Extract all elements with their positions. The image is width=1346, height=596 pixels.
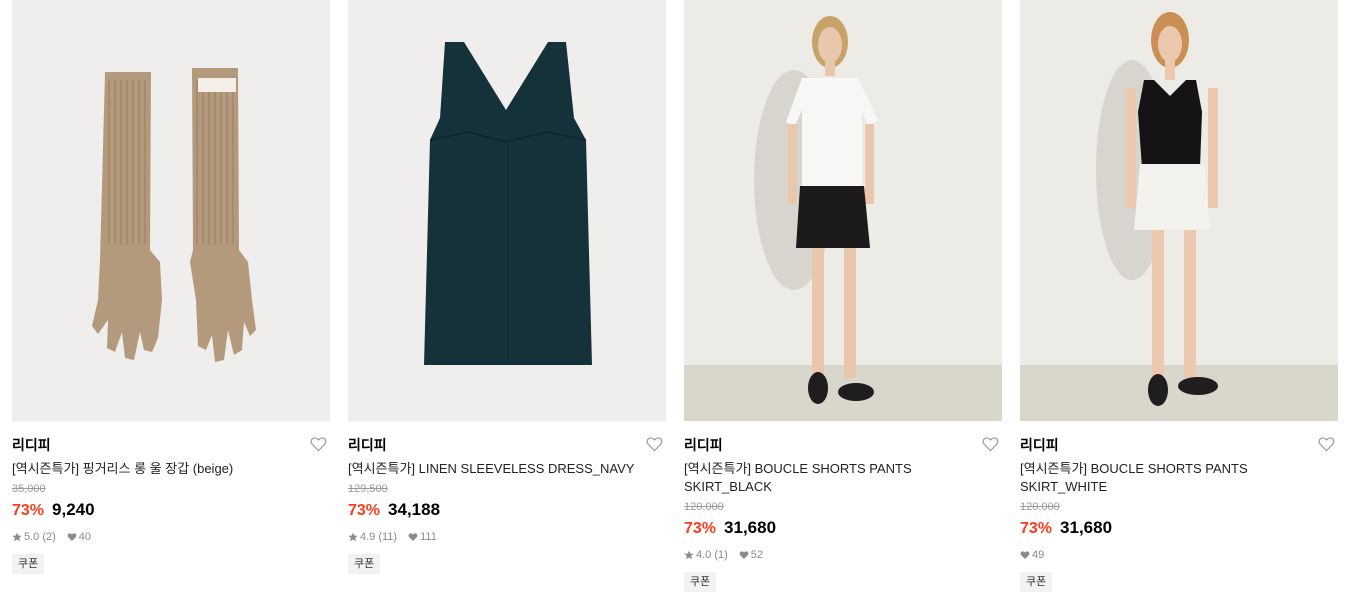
- wishlist-heart-icon[interactable]: [1318, 436, 1336, 454]
- coupon-badge: 쿠폰: [1020, 572, 1053, 592]
- discount-rate: 73%: [348, 502, 381, 519]
- product-card[interactable]: 리디피 [역시즌특가] BOUCLE SHORTS PANTS SKIRT_BL…: [684, 0, 1002, 592]
- sale-price: 9,240: [52, 500, 95, 519]
- like-count: 49: [1032, 549, 1045, 561]
- like-count: 52: [750, 549, 764, 561]
- discount-rate: 73%: [684, 520, 717, 537]
- brand-name[interactable]: 리디피: [12, 436, 330, 454]
- original-price: 35,000: [12, 483, 46, 495]
- product-grid: 리디피 [역시즌특가] 핑거리스 롱 울 장갑 (beige) 35,000 7…: [12, 0, 1338, 592]
- coupon-badge: 쿠폰: [12, 554, 45, 574]
- like-count: 111: [420, 531, 437, 543]
- original-price: 129,500: [348, 483, 388, 495]
- product-title[interactable]: [역시즌특가] BOUCLE SHORTS PANTS SKIRT_WHITE: [1020, 460, 1338, 496]
- brand-name[interactable]: 리디피: [348, 436, 666, 454]
- heart-icon: [67, 532, 77, 542]
- discount-rate: 73%: [12, 502, 45, 519]
- price-row: 73% 31,680: [1020, 517, 1338, 540]
- sale-price: 31,680: [1060, 518, 1113, 537]
- star-icon: [348, 532, 358, 542]
- product-stats: 4.9 (11) 111: [348, 530, 666, 544]
- brand-name[interactable]: 리디피: [1020, 436, 1338, 454]
- product-stats: 49: [1020, 548, 1338, 562]
- wishlist-heart-icon[interactable]: [982, 436, 1000, 454]
- product-stats: 4.0 (1) 52: [684, 548, 1002, 562]
- product-card[interactable]: 리디피 [역시즌특가] 핑거리스 롱 울 장갑 (beige) 35,000 7…: [12, 0, 330, 592]
- heart-icon: [408, 532, 418, 542]
- sale-price: 31,680: [724, 518, 777, 537]
- heart-icon: [1020, 550, 1030, 560]
- sale-price: 34,188: [388, 500, 441, 519]
- product-image[interactable]: [1020, 0, 1338, 421]
- coupon-badge: 쿠폰: [684, 572, 717, 592]
- original-price: 120,000: [1020, 501, 1060, 513]
- original-price: 120,000: [684, 501, 724, 513]
- discount-rate: 73%: [1020, 520, 1053, 537]
- rating-text: 4.0 (1): [696, 549, 728, 561]
- product-card[interactable]: 리디피 [역시즌특가] LINEN SLEEVELESS DRESS_NAVY …: [348, 0, 666, 592]
- product-card[interactable]: 리디피 [역시즌특가] BOUCLE SHORTS PANTS SKIRT_WH…: [1020, 0, 1338, 592]
- like-count: 40: [78, 531, 92, 543]
- price-row: 73% 9,240: [12, 499, 330, 522]
- product-title[interactable]: [역시즌특가] BOUCLE SHORTS PANTS SKIRT_BLACK: [684, 460, 1002, 496]
- rating-text: 4.9 (11): [360, 531, 398, 543]
- product-image[interactable]: [12, 0, 330, 421]
- coupon-badge: 쿠폰: [348, 554, 381, 574]
- product-image[interactable]: [348, 0, 666, 421]
- product-title[interactable]: [역시즌특가] LINEN SLEEVELESS DRESS_NAVY: [348, 460, 666, 478]
- star-icon: [12, 532, 22, 542]
- wishlist-heart-icon[interactable]: [310, 436, 328, 454]
- price-row: 73% 31,680: [684, 517, 1002, 540]
- product-stats: 5.0 (2) 40: [12, 530, 330, 544]
- heart-icon: [739, 550, 749, 560]
- wishlist-heart-icon[interactable]: [646, 436, 664, 454]
- rating-text: 5.0 (2): [24, 531, 56, 543]
- star-icon: [684, 550, 694, 560]
- brand-name[interactable]: 리디피: [684, 436, 1002, 454]
- price-row: 73% 34,188: [348, 499, 666, 522]
- product-title[interactable]: [역시즌특가] 핑거리스 롱 울 장갑 (beige): [12, 460, 330, 478]
- product-image[interactable]: [684, 0, 1002, 421]
